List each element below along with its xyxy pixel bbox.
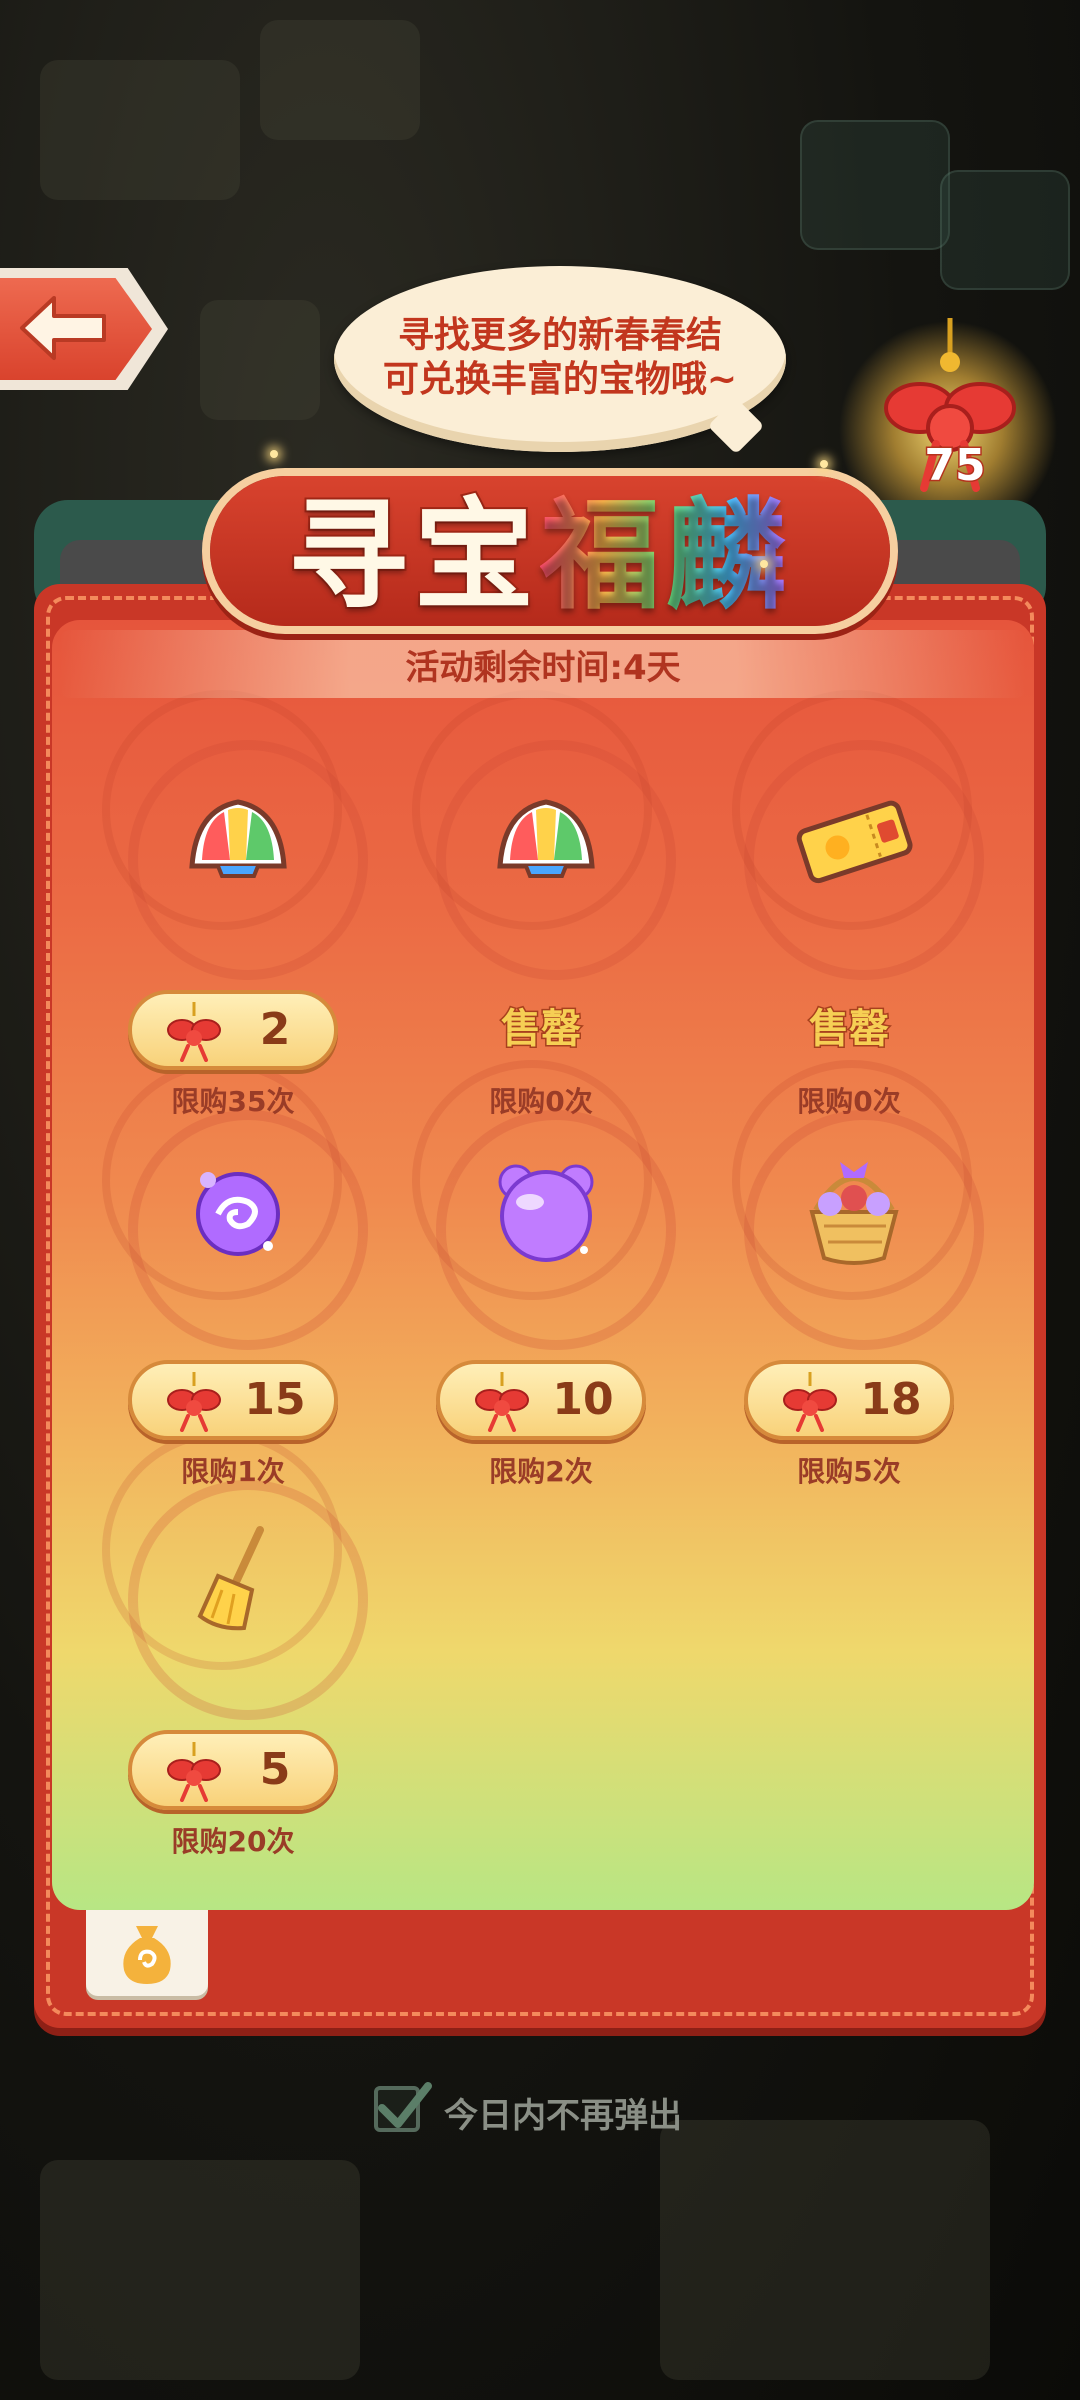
shop-item[interactable]: 10 限购2次 — [396, 1110, 696, 1488]
red-knot-icon — [167, 1002, 221, 1062]
checkmark-icon — [378, 2082, 432, 2128]
sparkle — [760, 560, 768, 568]
red-knot-icon — [783, 1372, 837, 1432]
back-button[interactable] — [0, 268, 168, 390]
flower-basket-icon — [809, 1162, 899, 1265]
price-button[interactable]: 15 — [128, 1360, 338, 1440]
rainbow-shell-icon — [189, 799, 287, 878]
price-value: 15 — [244, 1374, 306, 1425]
price-value: 5 — [259, 1744, 291, 1795]
price-button[interactable]: 5 — [128, 1730, 338, 1810]
price-button[interactable]: 10 — [436, 1360, 646, 1440]
arrow-left-icon — [20, 296, 106, 360]
sold-out-label: 售罄 — [500, 1005, 583, 1054]
purchase-limit: 限购20次 — [171, 1825, 295, 1858]
dont-show-today-checkbox[interactable] — [374, 2082, 432, 2132]
background-building — [260, 20, 420, 140]
rainbow-shell-icon — [497, 799, 595, 878]
background-cube — [800, 120, 950, 250]
price-value: 2 — [259, 1004, 291, 1055]
price-value: 10 — [552, 1374, 614, 1425]
speech-bubble: 寻找更多的新春春结 可兑换丰富的宝物哦~ — [334, 266, 786, 452]
shop-item[interactable]: 15 限购1次 — [88, 1110, 388, 1488]
shop-item[interactable]: 18 限购5次 — [704, 1110, 1004, 1488]
broom-icon — [197, 1526, 264, 1631]
red-knot-icon — [167, 1742, 221, 1802]
price-button[interactable]: 18 — [744, 1360, 954, 1440]
price-value: 18 — [860, 1374, 922, 1425]
background-building — [40, 2160, 360, 2380]
red-knot-icon — [167, 1372, 221, 1432]
page-title: 寻宝福麟 — [280, 458, 800, 632]
shop-item[interactable]: 售罄 限购0次 — [704, 740, 1004, 1118]
price-button[interactable]: 2 — [128, 990, 338, 1070]
red-knot-icon — [475, 1372, 529, 1432]
shop-item[interactable]: 售罄 限购0次 — [396, 740, 696, 1118]
purple-orb-icon — [196, 1172, 280, 1256]
purchase-limit: 限购5次 — [797, 1455, 901, 1488]
sold-out-label: 售罄 — [808, 1005, 891, 1054]
sparkle — [820, 460, 828, 468]
money-bag-icon — [123, 1926, 171, 1984]
sparkle — [270, 450, 278, 458]
dont-show-today-label[interactable]: 今日内不再弹出 — [444, 2088, 682, 2137]
background-building — [660, 2120, 990, 2380]
background-building — [40, 60, 240, 200]
speech-line-2: 可兑换丰富的宝物哦~ — [382, 359, 738, 400]
title-part-2: 福麟 — [540, 485, 792, 626]
currency-count: 75 — [923, 439, 987, 493]
timer-bar: 活动剩余时间:4天 — [60, 630, 1026, 698]
background-cube — [940, 170, 1070, 290]
event-timer: 活动剩余时间:4天 — [405, 648, 681, 688]
shop-item[interactable]: 2 限购35次 — [88, 740, 388, 1118]
golden-ticket-icon — [796, 800, 913, 884]
purchase-limit: 限购2次 — [489, 1455, 593, 1488]
shop-item[interactable]: 5 限购20次 — [88, 1480, 388, 1858]
background-building — [200, 300, 320, 420]
bag-tab[interactable] — [86, 1910, 208, 1996]
title-part-1: 寻宝 — [286, 483, 540, 628]
purple-bear-jelly-icon — [498, 1164, 594, 1262]
speech-line-1: 寻找更多的新春春结 — [397, 315, 722, 356]
